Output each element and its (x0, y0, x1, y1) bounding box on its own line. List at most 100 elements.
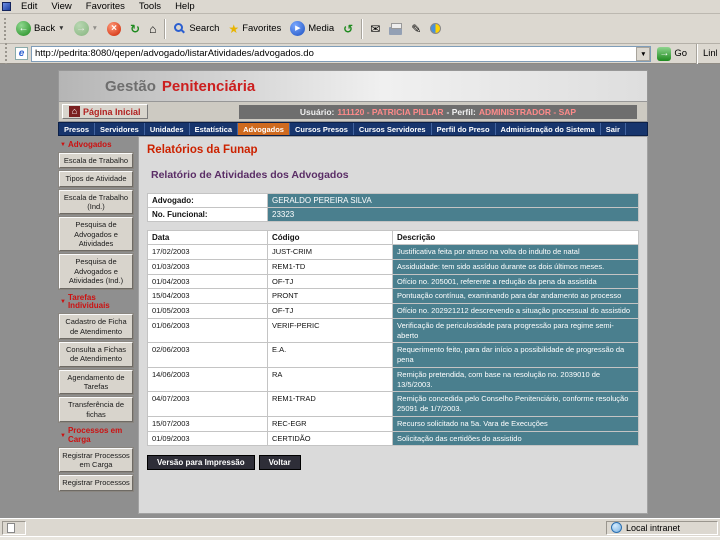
menu-item[interactable]: Help (168, 1, 202, 12)
menu-bar-items: Edit View Favorites Tools Help (14, 1, 202, 12)
cell-codigo: VERIF-PERIC (267, 317, 393, 344)
table-row: 01/05/2003 OF-TJ Ofício no. 202921212 de… (147, 303, 639, 319)
col-header-data: Data (147, 230, 268, 245)
cell-descricao: Recurso solicitado na 5a. Vara de Execuç… (392, 415, 639, 432)
toolbar-grip[interactable] (4, 17, 7, 40)
window-icon (2, 2, 11, 11)
report-fields-table: Advogado: GERALDO PEREIRA SILVA No. Func… (147, 193, 639, 222)
sidebar-item[interactable]: Pesquisa de Advogados e Atividades (Ind.… (58, 253, 134, 290)
nav-tab[interactable]: Cursos Servidores (354, 123, 432, 135)
report-content: Relatórios da Funap Relatório de Ativida… (138, 136, 648, 514)
cell-data: 01/05/2003 (147, 303, 268, 319)
media-button[interactable]: ▶ Media (286, 19, 338, 38)
print-icon (389, 22, 403, 35)
nav-tab[interactable]: Presos (59, 123, 96, 135)
cell-codigo: RA (267, 366, 393, 393)
sidebar-section-items: Cadastro de Ficha de Atendimento Consult… (58, 313, 138, 424)
cell-codigo: REM1-TRAD (267, 391, 393, 417)
table-row: 01/09/2003 CERTIDÃO Solicitação das cert… (147, 430, 639, 447)
nav-tab[interactable]: Servidores (95, 123, 145, 135)
cell-codigo: REC-EGR (267, 415, 393, 432)
toolbar-separator (361, 18, 363, 39)
forward-icon: → (73, 21, 89, 36)
sidebar-item[interactable]: Cadastro de Ficha de Atendimento (58, 313, 134, 340)
nav-tab[interactable]: Estatística (190, 123, 239, 135)
home-link-label: Página Inicial (83, 106, 141, 117)
print-toolbar-button[interactable] (385, 21, 406, 37)
history-button[interactable]: ↺ (339, 20, 357, 38)
home-link[interactable]: ⌂ Página Inicial (62, 104, 148, 119)
sidebar-item[interactable]: Registrar Processos em Carga (58, 446, 134, 474)
go-button[interactable]: → Go (654, 46, 690, 61)
sidebar-item[interactable]: Escala de Trabalho (58, 151, 134, 170)
refresh-button[interactable]: ↻ (126, 20, 144, 38)
mail-button[interactable]: ✉ (366, 20, 384, 38)
print-version-button[interactable]: Versão para Impressão (147, 455, 255, 471)
menu-item[interactable]: Favorites (79, 1, 132, 12)
browser-menubar: Edit View Favorites Tools Help (0, 0, 720, 14)
cell-data: 15/04/2003 (147, 288, 268, 304)
messenger-button[interactable] (426, 21, 445, 36)
sidebar-section: ▼ Processos em Carga Registrar Processos… (58, 426, 138, 492)
search-button[interactable]: Search (169, 21, 223, 37)
back-button[interactable]: ← Back ▼ (12, 19, 69, 38)
addressbar-grip[interactable] (5, 42, 8, 65)
cell-codigo: REM1-TD (267, 258, 393, 275)
edit-button[interactable]: ✎ (407, 20, 425, 38)
nav-tab[interactable]: Cursos Presos (290, 123, 354, 135)
forward-button[interactable]: → ▼ (70, 19, 102, 38)
sidebar-item[interactable]: Transferência de fichas (58, 396, 134, 424)
menu-item[interactable]: View (44, 1, 78, 12)
sidebar-section-header[interactable]: ▼ Advogados (60, 140, 138, 150)
cell-descricao: Ofício no. 202921212 descrevendo a situa… (392, 303, 639, 319)
sidebar-section-header[interactable]: ▼ Tarefas Individuais (60, 293, 138, 312)
sidebar-section-title: Processos em Carga (67, 426, 123, 444)
table-row: 01/04/2003 OF-TJ Ofício no. 205001, refe… (147, 273, 639, 290)
sidebar-section-header[interactable]: ▼ Processos em Carga (60, 426, 138, 445)
favorites-button[interactable]: ★ Favorites (224, 20, 285, 38)
cell-data: 04/07/2003 (147, 391, 268, 417)
sidebar-item[interactable]: Tipos de Atividade (58, 170, 134, 188)
table-row: 02/06/2003 E.A. Requerimento feito, para… (147, 342, 639, 368)
nav-tab[interactable]: Unidades (145, 123, 190, 135)
stop-icon: × (107, 21, 121, 36)
sidebar-item[interactable]: Escala de Trabalho (Ind.) (58, 188, 134, 216)
user-label: Usuário: (299, 106, 335, 117)
stop-button[interactable]: × (103, 20, 125, 38)
mail-icon: ✉ (370, 21, 381, 36)
menu-item[interactable]: Tools (132, 1, 168, 12)
table-row: 17/02/2003 JUST-CRIM Justificativa feita… (147, 244, 639, 260)
document-icon (7, 522, 15, 533)
search-label: Search (189, 23, 220, 34)
sidebar-item[interactable]: Agendamento de Tarefas (58, 368, 134, 396)
nav-tab[interactable]: Sair (601, 123, 626, 135)
voltar-button[interactable]: Voltar (258, 455, 301, 471)
cell-descricao: Solicitação das certidões do assistido (392, 430, 639, 447)
taskbar-edge (0, 536, 720, 540)
address-dropdown-icon[interactable]: ▼ (636, 46, 651, 61)
address-input[interactable]: http://pedrita:8080/qepen/advogado/lista… (31, 45, 652, 62)
sidebar-item[interactable]: Registrar Processos (58, 474, 134, 492)
menu-item[interactable]: Edit (14, 1, 44, 12)
search-icon (174, 22, 184, 32)
browser-toolbar: ← Back ▼ → ▼ × ↻ ⌂ Search ★ Favorites ▶ … (0, 14, 720, 44)
sidebar-item[interactable]: Consulta a Fichas de Atendimento (58, 340, 134, 368)
field-row: No. Funcional: 23323 (147, 207, 639, 222)
home-button[interactable]: ⌂ (145, 20, 160, 38)
nav-tab[interactable]: Perfil do Preso (432, 123, 496, 135)
activities-table: Data Código Descrição 17/02/2003 JUST-CR… (147, 230, 639, 447)
nav-tab[interactable]: Administração do Sistema (496, 123, 601, 135)
nav-tab[interactable]: Advogados (238, 123, 290, 135)
media-label: Media (308, 23, 335, 34)
report-actions: Versão para Impressão Voltar (147, 455, 639, 471)
col-header-codigo: Código (267, 230, 393, 245)
go-icon: → (657, 46, 672, 61)
cell-descricao: Requerimento feito, para dar início a po… (392, 342, 639, 368)
sidebar-item[interactable]: Pesquisa de Advogados e Atividades (58, 216, 134, 253)
media-icon: ▶ (290, 21, 306, 36)
home-icon: ⌂ (149, 21, 157, 36)
links-label[interactable]: Links (703, 48, 717, 59)
cell-codigo: OF-TJ (267, 273, 393, 290)
back-dropdown-icon[interactable]: ▼ (58, 25, 64, 32)
favorites-label: Favorites (242, 23, 282, 34)
